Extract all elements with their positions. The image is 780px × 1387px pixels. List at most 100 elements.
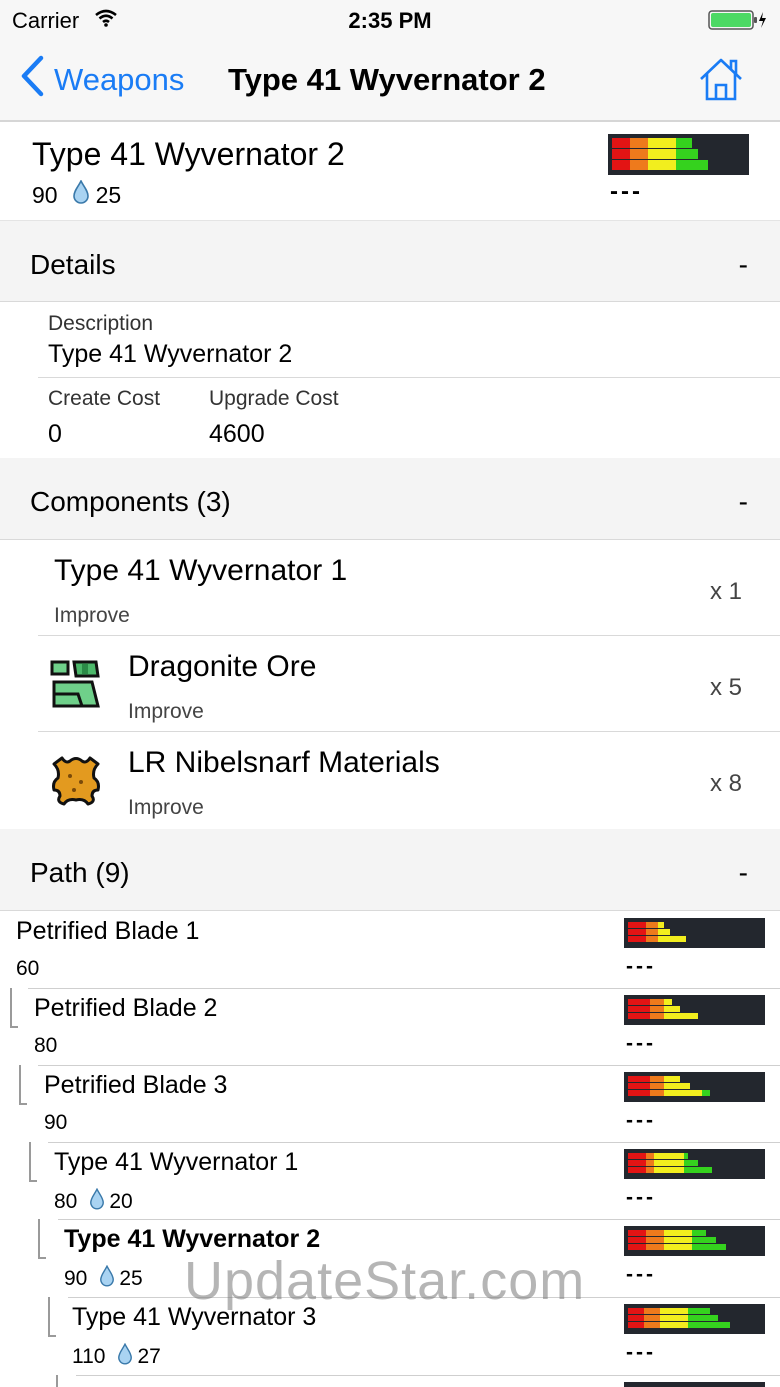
component-quantity: x 5: [709, 674, 742, 701]
row-divider: [68, 1297, 780, 1298]
path-row[interactable]: Type 41 Wyvernator 3 110 27 ---: [0, 1297, 780, 1374]
details-section-header[interactable]: Details -: [0, 220, 780, 302]
path-weapon-name: Petrified Blade 1: [16, 917, 200, 945]
tree-connector: [10, 988, 18, 1028]
sharpness-segment: [664, 1244, 692, 1250]
sharpness-segment: [646, 1244, 664, 1250]
description-value: Type 41 Wyvernator 2: [48, 340, 293, 368]
sharpness-segment: [660, 1308, 688, 1314]
sharpness-bar: [624, 995, 765, 1025]
path-attack-value: 80: [54, 1190, 78, 1213]
path-row[interactable]: Petrified Blade 3 90 ---: [0, 1065, 780, 1142]
create-cost-value: 0: [48, 420, 62, 448]
sharpness-segment: [688, 1322, 730, 1328]
tree-connector: [48, 1297, 56, 1337]
sharpness-segment: [654, 1160, 684, 1166]
path-row[interactable]: Petrified Blade 2 80 ---: [0, 988, 780, 1065]
sharpness-segment: [648, 138, 676, 148]
sharpness-segment: [628, 1006, 650, 1012]
sharpness-segment: [664, 1006, 680, 1012]
sharpness-segment: [688, 1308, 710, 1314]
sharpness-bar: [608, 134, 749, 175]
row-divider: [38, 1065, 780, 1066]
path-row-current[interactable]: Type 41 Wyvernator 2 90 25 ---: [0, 1219, 780, 1296]
tree-connector: [38, 1219, 46, 1259]
path-row-partial: [56, 1375, 780, 1387]
create-cost-label: Create Cost: [48, 387, 161, 410]
sharpness-segment: [646, 1160, 654, 1166]
sharpness-segment: [646, 1230, 664, 1236]
tree-connector: [19, 1065, 27, 1105]
components-collapse-toggle[interactable]: -: [739, 486, 748, 518]
component-type: Improve: [128, 700, 204, 723]
home-button[interactable]: [698, 56, 744, 102]
sharpness-segment: [628, 1244, 646, 1250]
path-weapon-name: Type 41 Wyvernator 1: [54, 1148, 299, 1176]
sharpness-segment: [688, 1315, 718, 1321]
path-weapon-name: Petrified Blade 3: [44, 1071, 228, 1099]
details-collapse-toggle[interactable]: -: [739, 249, 748, 281]
path-collapse-toggle[interactable]: -: [739, 857, 748, 889]
sharpness-segment: [628, 999, 650, 1005]
components-header-label: Components (3): [30, 486, 231, 517]
sharpness-segment: [630, 149, 648, 159]
sharpness-segment: [646, 1153, 654, 1159]
chevron-left-icon: [20, 55, 44, 105]
sharpness-segment: [664, 999, 672, 1005]
sharpness-segment: [684, 1167, 712, 1173]
sharpness-segment: [612, 160, 630, 170]
sharpness-bar: [624, 918, 765, 948]
sharpness-bar: [624, 1226, 765, 1256]
path-section-header[interactable]: Path (9) -: [0, 829, 780, 911]
path-weapon-stats: 90: [44, 1111, 67, 1135]
component-row[interactable]: Type 41 Wyvernator 1 Improve x 1: [38, 540, 780, 636]
sharpness-segment: [692, 1230, 706, 1236]
sharpness-segment: [660, 1322, 688, 1328]
sharpness-segment: [646, 922, 658, 928]
sharpness-segment: [612, 138, 630, 148]
sharpness-bar: [624, 1149, 765, 1179]
path-attack-value: 60: [16, 957, 40, 980]
component-row[interactable]: LR Nibelsnarf Materials Improve x 8: [38, 732, 780, 828]
path-element-value: 25: [119, 1267, 143, 1290]
status-bar: Carrier 2:35 PM: [0, 0, 780, 40]
sharpness-segment: [664, 1083, 690, 1089]
hide-icon: [48, 752, 104, 808]
sharpness-segment: [650, 1083, 664, 1089]
row-divider: [76, 1375, 780, 1376]
sharpness-segment: [644, 1322, 660, 1328]
sharpness-segment: [664, 1090, 702, 1096]
path-row[interactable]: Petrified Blade 1 60 ---: [0, 911, 780, 988]
sharpness-segment: [630, 160, 648, 170]
row-divider: [58, 1219, 780, 1220]
component-name: LR Nibelsnarf Materials: [128, 746, 440, 779]
sharpness-segment: [628, 1167, 646, 1173]
back-button-label: Weapons: [54, 62, 185, 97]
sharpness-segment: [628, 1308, 644, 1314]
sharpness-segment: [628, 936, 646, 942]
path-weapon-name: Petrified Blade 2: [34, 994, 218, 1022]
water-drop-icon: [117, 1342, 133, 1371]
sharpness-segment: [646, 1237, 664, 1243]
sharpness-bar: [624, 1072, 765, 1102]
sharpness-segment: [660, 1315, 688, 1321]
path-attack-value: 90: [64, 1267, 88, 1290]
sharpness-segment: [646, 936, 658, 942]
upgrade-cost-value: 4600: [209, 420, 265, 448]
sharpness-segment: [650, 1076, 664, 1082]
page-title: Type 41 Wyvernator 2: [228, 62, 546, 97]
sharpness-segment: [702, 1090, 710, 1096]
components-section-header[interactable]: Components (3) -: [0, 458, 780, 540]
sharpness-segment: [646, 929, 658, 935]
home-icon: [700, 58, 742, 101]
weapon-name: Type 41 Wyvernator 2: [32, 136, 345, 172]
sharpness-segment: [658, 936, 686, 942]
path-row[interactable]: Type 41 Wyvernator 1 80 20 ---: [0, 1142, 780, 1219]
path-element-value: 27: [137, 1345, 161, 1368]
sharpness-segment: [684, 1153, 688, 1159]
component-row[interactable]: Dragonite Ore Improve x 5: [38, 636, 780, 732]
back-button[interactable]: Weapons: [20, 55, 185, 105]
attack-value: 90: [32, 181, 58, 208]
sharpness-segment: [650, 1090, 664, 1096]
sharpness-segment: [628, 1090, 650, 1096]
